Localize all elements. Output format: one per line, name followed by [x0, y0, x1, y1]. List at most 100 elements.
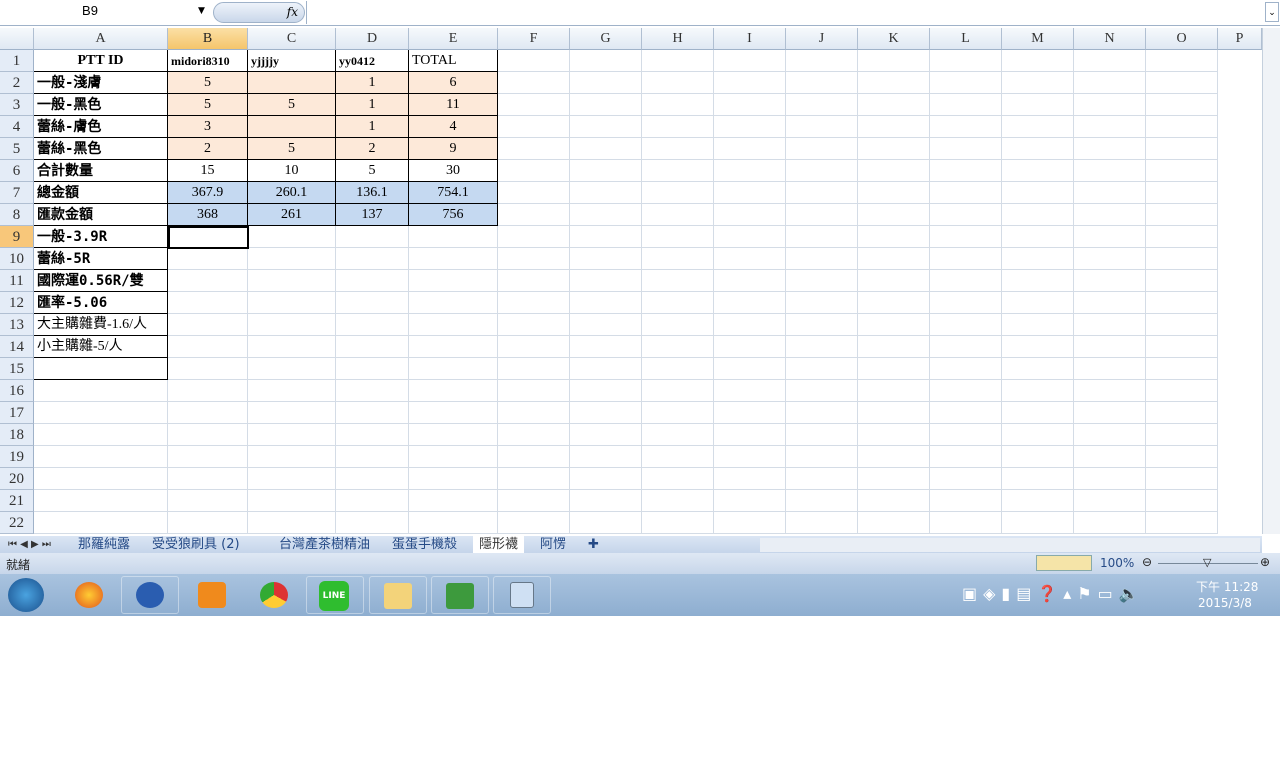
cell-c20[interactable] [248, 468, 336, 490]
cell-g5[interactable] [570, 138, 642, 160]
cell-e7[interactable]: 754.1 [409, 182, 498, 204]
cell-c22[interactable] [248, 512, 336, 534]
cell-e6[interactable]: 30 [409, 160, 498, 182]
taskbar-app-button[interactable] [121, 576, 179, 614]
cell-b15[interactable] [168, 358, 248, 380]
chrome-icon[interactable] [260, 582, 288, 608]
cell-n20[interactable] [1074, 468, 1146, 490]
sheet-nav-arrows-icon[interactable]: ⏮ ◀ ▶ ⏭ [2, 536, 57, 553]
cell-o14[interactable] [1146, 336, 1218, 358]
zoom-in-icon[interactable]: ⊕ [1260, 555, 1270, 569]
cell-m7[interactable] [1002, 182, 1074, 204]
cell-g14[interactable] [570, 336, 642, 358]
cell-d6[interactable]: 5 [336, 160, 409, 182]
selected-cell[interactable] [168, 226, 249, 249]
cell-o22[interactable] [1146, 512, 1218, 534]
row-header-5[interactable]: 5 [0, 138, 34, 160]
cell-m4[interactable] [1002, 116, 1074, 138]
cell-g9[interactable] [570, 226, 642, 248]
cell-m11[interactable] [1002, 270, 1074, 292]
cell-b19[interactable] [168, 446, 248, 468]
cell-a2[interactable]: 一般-淺膚 [34, 72, 168, 94]
cell-e1[interactable]: TOTAL [409, 50, 498, 72]
column-header-a[interactable]: A [34, 28, 168, 50]
cell-b17[interactable] [168, 402, 248, 424]
sheet-tab[interactable]: 那羅純露 [72, 536, 136, 553]
cell-d18[interactable] [336, 424, 409, 446]
cell-h13[interactable] [642, 314, 714, 336]
cell-i19[interactable] [714, 446, 786, 468]
cell-d10[interactable] [336, 248, 409, 270]
row-header-22[interactable]: 22 [0, 512, 34, 534]
cell-f21[interactable] [498, 490, 570, 512]
cell-k7[interactable] [858, 182, 930, 204]
cell-h14[interactable] [642, 336, 714, 358]
cell-i8[interactable] [714, 204, 786, 226]
cell-i11[interactable] [714, 270, 786, 292]
cell-d8[interactable]: 137 [336, 204, 409, 226]
cell-h2[interactable] [642, 72, 714, 94]
cell-d22[interactable] [336, 512, 409, 534]
cell-h11[interactable] [642, 270, 714, 292]
cell-k1[interactable] [858, 50, 930, 72]
cell-h20[interactable] [642, 468, 714, 490]
cell-d4[interactable]: 1 [336, 116, 409, 138]
column-header-k[interactable]: K [858, 28, 930, 50]
column-header-i[interactable]: I [714, 28, 786, 50]
cell-e16[interactable] [409, 380, 498, 402]
cell-f7[interactable] [498, 182, 570, 204]
cell-k17[interactable] [858, 402, 930, 424]
row-header-21[interactable]: 21 [0, 490, 34, 512]
cell-i9[interactable] [714, 226, 786, 248]
cell-h9[interactable] [642, 226, 714, 248]
taskbar-excel-button[interactable] [431, 576, 489, 614]
column-header-c[interactable]: C [248, 28, 336, 50]
cell-o1[interactable] [1146, 50, 1218, 72]
cell-d2[interactable]: 1 [336, 72, 409, 94]
column-header-e[interactable]: E [409, 28, 498, 50]
column-header-o[interactable]: O [1146, 28, 1218, 50]
cell-g16[interactable] [570, 380, 642, 402]
media-player-icon[interactable] [198, 582, 226, 608]
cell-g4[interactable] [570, 116, 642, 138]
cell-d1[interactable]: yy0412 [336, 50, 409, 72]
cell-k3[interactable] [858, 94, 930, 116]
cell-d7[interactable]: 136.1 [336, 182, 409, 204]
clock-time[interactable]: 下午 11:28 [1196, 578, 1258, 595]
cell-o18[interactable] [1146, 424, 1218, 446]
cell-l4[interactable] [930, 116, 1002, 138]
cell-g11[interactable] [570, 270, 642, 292]
cell-d21[interactable] [336, 490, 409, 512]
cell-o13[interactable] [1146, 314, 1218, 336]
cell-g15[interactable] [570, 358, 642, 380]
column-header-n[interactable]: N [1074, 28, 1146, 50]
cell-c19[interactable] [248, 446, 336, 468]
cell-d20[interactable] [336, 468, 409, 490]
cell-f13[interactable] [498, 314, 570, 336]
cell-m9[interactable] [1002, 226, 1074, 248]
cell-k14[interactable] [858, 336, 930, 358]
cell-k15[interactable] [858, 358, 930, 380]
cell-b12[interactable] [168, 292, 248, 314]
cell-m20[interactable] [1002, 468, 1074, 490]
cell-l14[interactable] [930, 336, 1002, 358]
cell-d12[interactable] [336, 292, 409, 314]
cell-o8[interactable] [1146, 204, 1218, 226]
column-header-g[interactable]: G [570, 28, 642, 50]
cell-l11[interactable] [930, 270, 1002, 292]
cell-c10[interactable] [248, 248, 336, 270]
cell-o4[interactable] [1146, 116, 1218, 138]
cell-j17[interactable] [786, 402, 858, 424]
cell-k9[interactable] [858, 226, 930, 248]
cell-h8[interactable] [642, 204, 714, 226]
cell-o9[interactable] [1146, 226, 1218, 248]
cell-h3[interactable] [642, 94, 714, 116]
cell-a12[interactable]: 匯率-5.06 [34, 292, 168, 314]
cell-m17[interactable] [1002, 402, 1074, 424]
row-header-1[interactable]: 1 [0, 50, 34, 72]
cell-m14[interactable] [1002, 336, 1074, 358]
cell-k5[interactable] [858, 138, 930, 160]
cell-a1[interactable]: PTT ID [34, 50, 168, 72]
zoom-level[interactable]: 100% [1100, 556, 1134, 570]
cell-d3[interactable]: 1 [336, 94, 409, 116]
